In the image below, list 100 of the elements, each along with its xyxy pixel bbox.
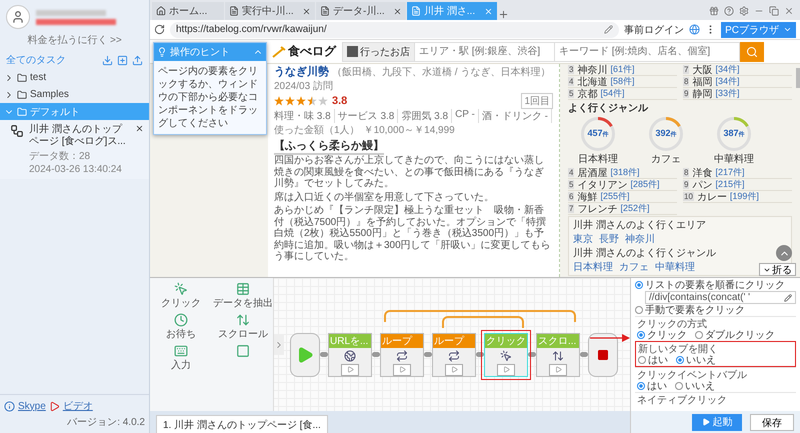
restore-icon[interactable]	[769, 6, 779, 16]
start-node[interactable]	[290, 332, 320, 376]
site-logo[interactable]: 食べログ	[272, 43, 336, 60]
keyword-search-field[interactable]: キーワード [例:焼肉、店名、個室]	[555, 42, 740, 62]
globe-icon[interactable]	[689, 24, 700, 35]
scrollbar-thumb[interactable]	[796, 68, 800, 88]
genre-rank-item[interactable]: 7 フレンチ [252件]	[568, 203, 677, 215]
close-icon[interactable]	[302, 6, 311, 16]
hint-title: 操作のヒント	[170, 46, 231, 59]
video-link[interactable]: ビデオ	[62, 399, 93, 413]
area-search-field[interactable]: エリア・駅 [例:銀座、渋谷]	[415, 42, 555, 62]
run-step-button[interactable]	[341, 364, 359, 376]
frequent-tag[interactable]: 神奈川	[625, 232, 655, 246]
frequent-tag[interactable]: カフェ	[619, 260, 649, 274]
restaurant-info: （飯田橋、九段下、水道橋 / うなぎ、日本料理）	[332, 66, 550, 79]
radio-option[interactable]: クリック	[637, 329, 687, 341]
add-icon[interactable]	[117, 54, 128, 66]
pointer-click-icon	[500, 350, 512, 362]
browser-tab[interactable]: 実行中-川...	[225, 2, 315, 20]
genre-count: 457$_{件}$	[587, 128, 609, 140]
radio-option[interactable]: いいえ	[676, 354, 716, 366]
palette-item[interactable]: クリック	[150, 282, 212, 310]
donut-ring	[649, 117, 683, 151]
loop-icon	[396, 350, 408, 362]
went-tab[interactable]: 行ったお店	[342, 42, 415, 62]
folder-item[interactable]: test	[0, 69, 149, 86]
sub-score: サービス 3.8	[338, 109, 398, 123]
run-step-button[interactable]	[445, 364, 463, 376]
close-icon[interactable]	[135, 124, 144, 133]
export-icon[interactable]	[132, 54, 143, 66]
area-rank-item[interactable]: 9 静岡 [33件]	[683, 88, 792, 100]
radio-option[interactable]: いいえ	[675, 380, 715, 392]
skype-link[interactable]: Skype	[18, 400, 46, 412]
folder-icon	[17, 90, 27, 100]
palette-item[interactable]: データを抽出	[212, 282, 274, 310]
new-tab-icon[interactable]	[498, 9, 509, 20]
genre-rank-item[interactable]: 9 パン [215件]	[683, 179, 792, 191]
run-step-button[interactable]	[549, 364, 567, 376]
genre-name[interactable]: カフェ	[651, 152, 681, 166]
import-icon[interactable]	[102, 54, 113, 66]
radio-option[interactable]: はい	[638, 354, 668, 366]
list-click-option[interactable]: リストの要素を順番にクリック	[635, 279, 796, 291]
connector	[528, 352, 536, 357]
end-node[interactable]	[588, 332, 618, 376]
collapse-button[interactable]: 折る	[759, 263, 796, 276]
radio-option[interactable]: ダブルクリック	[695, 329, 775, 341]
search-button[interactable]	[740, 42, 764, 62]
frequent-tag[interactable]: 中華料理	[655, 260, 695, 274]
frequent-tag[interactable]: 日本料理	[573, 260, 613, 274]
genre-name[interactable]: 中華料理	[714, 152, 754, 166]
genre-rank-item[interactable]: 6 海鮮 [255件]	[568, 191, 677, 203]
task-title[interactable]: 川井 潤さんのトップページ [食べログ]ス...	[29, 124, 130, 148]
radio-option[interactable]: はい	[637, 380, 667, 392]
area-rank-item[interactable]: 7 大阪 [34件]	[683, 64, 792, 76]
caret-icon[interactable]	[783, 25, 792, 34]
option-heading: クリックの方式	[637, 318, 708, 329]
visit-date: 2024/03 訪問	[274, 80, 334, 93]
pencil-icon[interactable]	[604, 25, 614, 34]
restaurant-name[interactable]: うなぎ川勢	[274, 64, 329, 79]
flow-icon	[10, 124, 24, 138]
url-field[interactable]: https://tabelog.com/rvwr/kawaijun/	[170, 22, 620, 38]
login-link[interactable]: 事前ログイン	[624, 22, 684, 36]
save-button[interactable]: 保存	[750, 414, 794, 430]
genre-rank-item[interactable]: 4 居酒屋 [318件]	[568, 167, 677, 179]
run-step-button[interactable]	[393, 364, 411, 376]
genre-name[interactable]: 日本料理	[578, 152, 618, 166]
sub-score: 雰囲気 3.8	[401, 109, 452, 123]
square-icon[interactable]	[236, 344, 250, 358]
expand-handle[interactable]	[274, 334, 284, 354]
gift-icon[interactable]	[709, 6, 719, 16]
billing-link[interactable]: 料金を払うに行く >>	[0, 31, 149, 51]
search-icon[interactable]	[746, 46, 758, 58]
reload-icon[interactable]	[154, 24, 165, 35]
frequent-tag[interactable]: 長野	[599, 232, 619, 246]
lightbulb-icon	[157, 47, 167, 57]
area-rank-item[interactable]: 8 福岡 [34件]	[683, 76, 792, 88]
palette-item[interactable]: スクロール	[212, 313, 274, 341]
frequent-tag[interactable]: 東京	[573, 232, 593, 246]
browser-tab[interactable]: ホーム...	[152, 2, 224, 20]
help-icon[interactable]	[724, 6, 734, 16]
palette-item[interactable]: 入力	[150, 344, 212, 372]
area-rank-item[interactable]: 5 京都 [54件]	[568, 88, 677, 100]
browser-tab[interactable]: データ-川...	[316, 2, 406, 20]
sub-score: CP -	[455, 109, 479, 123]
area-rank-item[interactable]: 4 北海道 [58件]	[568, 76, 677, 88]
settings-icon[interactable]	[739, 6, 749, 16]
genre-rank-item[interactable]: 5 イタリアン [285件]	[568, 179, 677, 191]
area-rank-item[interactable]: 3 神奈川 [61件]	[568, 64, 677, 76]
manual-click-option[interactable]: 手動で要素をクリック	[635, 304, 796, 316]
close-icon[interactable]	[393, 6, 402, 16]
genre-rank-item[interactable]: 8 洋食 [217件]	[683, 167, 792, 179]
pencil-icon[interactable]	[784, 294, 792, 302]
genre-rank-item[interactable]: 10 カレー [199件]	[683, 191, 792, 203]
xpath-field[interactable]: //div[contains(concat(' '	[645, 291, 796, 304]
palette-item[interactable]: お待ち	[150, 313, 212, 341]
connector	[372, 352, 380, 357]
run-step-button[interactable]	[497, 364, 515, 376]
folder-icon	[17, 72, 27, 82]
task-tab[interactable]: 1. 川井 潤さんのトップページ [食...	[156, 415, 328, 433]
folder-item[interactable]: Samples	[0, 86, 149, 103]
